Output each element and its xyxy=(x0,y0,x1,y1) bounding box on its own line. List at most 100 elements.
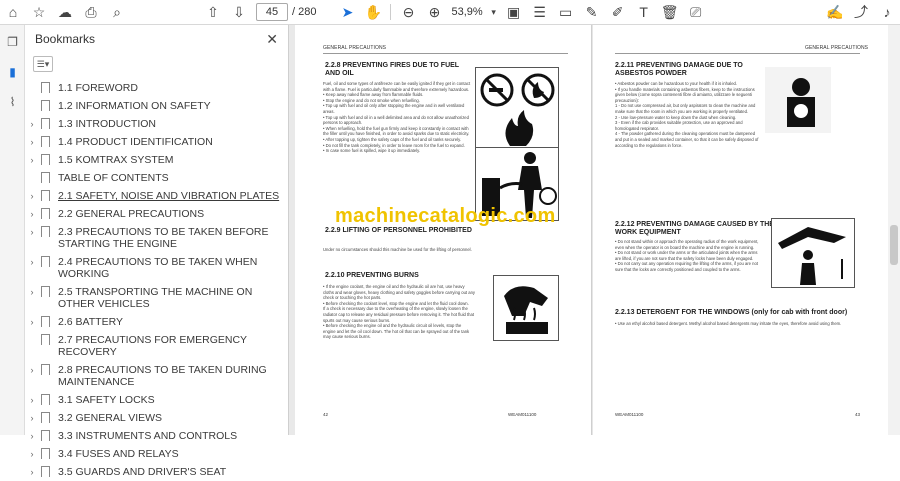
prev-page-icon[interactable]: ⇧ xyxy=(200,0,226,25)
bookmark-flag-icon xyxy=(41,226,50,240)
search-icon[interactable]: ⌕ xyxy=(104,0,130,25)
stamp-icon[interactable]: ⎚ xyxy=(683,0,709,25)
bookmark-label: 3.4 FUSES AND RELAYS xyxy=(58,448,179,460)
chevron-right-icon[interactable]: › xyxy=(25,226,39,238)
scroll-mode-icon[interactable]: ☰ xyxy=(527,0,553,25)
bookmark-item[interactable]: 2.7 PRECAUTIONS FOR EMERGENCY RECOVERY xyxy=(25,331,288,361)
section-title: 2.2.9 LIFTING OF PERSONNEL PROHIBITED xyxy=(325,227,472,234)
burns-hazard-illustration xyxy=(493,275,559,341)
bookmark-item[interactable]: › 2.1 SAFETY, NOISE AND VIBRATION PLATES xyxy=(25,187,288,205)
upload-icon[interactable]: ☁ xyxy=(52,0,78,25)
page-left: GENERAL PRECAUTIONS 2.2.8 PREVENTING FIR… xyxy=(295,25,592,435)
zoom-out-icon[interactable]: ⊖ xyxy=(395,0,421,25)
chevron-right-icon[interactable]: › xyxy=(25,364,39,376)
document-viewer[interactable]: GENERAL PRECAUTIONS 2.2.8 PREVENTING FIR… xyxy=(295,25,900,435)
bookmark-label: 2.2 GENERAL PRECAUTIONS xyxy=(58,208,205,220)
page-total: / 280 xyxy=(292,6,317,18)
bookmark-star-icon[interactable]: ☆ xyxy=(26,0,52,25)
attachments-icon[interactable]: ⌇ xyxy=(0,89,25,115)
zoom-in-icon[interactable]: ⊕ xyxy=(421,0,447,25)
respirator-mask-illustration xyxy=(765,67,831,133)
bookmark-label: 2.1 SAFETY, NOISE AND VIBRATION PLATES xyxy=(58,190,280,202)
chevron-right-icon[interactable]: › xyxy=(25,316,39,328)
bookmark-item[interactable]: › 3.5 GUARDS AND DRIVER'S SEAT xyxy=(25,463,288,481)
document-code: WEAM011100 xyxy=(508,412,537,417)
vertical-scrollbar[interactable] xyxy=(888,25,900,435)
close-icon[interactable]: ✕ xyxy=(266,31,278,48)
share-icon[interactable]: ⤴ xyxy=(848,0,874,25)
page-thumbnails-icon[interactable]: ❐ xyxy=(0,29,25,55)
chevron-right-icon[interactable]: › xyxy=(25,118,39,130)
watermark-text: machinecatalogic.com xyxy=(335,205,556,227)
bookmark-flag-icon xyxy=(41,430,50,444)
bookmark-item[interactable]: 1.1 FOREWORD xyxy=(25,79,288,97)
bookmark-flag-icon xyxy=(41,334,50,348)
chevron-right-icon[interactable]: › xyxy=(25,154,39,166)
fit-page-icon[interactable]: ▣ xyxy=(501,0,527,25)
bookmark-flag-icon xyxy=(41,364,50,378)
chevron-right-icon[interactable]: › xyxy=(25,394,39,406)
edit-sign-icon[interactable]: ✍ xyxy=(822,0,848,25)
bookmark-item[interactable]: TABLE OF CONTENTS xyxy=(25,169,288,187)
bookmark-flag-icon xyxy=(41,190,50,204)
hand-tool-icon[interactable]: ✋ xyxy=(360,0,386,25)
bookmark-flag-icon xyxy=(41,466,50,480)
chevron-right-icon[interactable]: › xyxy=(25,448,39,460)
bookmark-item[interactable]: › 2.3 PRECAUTIONS TO BE TAKEN BEFORE STAR… xyxy=(25,223,288,253)
bookmark-item[interactable]: › 2.6 BATTERY xyxy=(25,313,288,331)
bookmark-item[interactable]: › 2.5 TRANSPORTING THE MACHINE ON OTHER V… xyxy=(25,283,288,313)
bookmark-label: 1.2 INFORMATION ON SAFETY xyxy=(58,100,211,112)
document-code: WEAM011100 xyxy=(615,412,644,417)
bookmark-item[interactable]: › 2.8 PRECAUTIONS TO BE TAKEN DURING MAIN… xyxy=(25,361,288,391)
highlight-icon[interactable]: ✎ xyxy=(579,0,605,25)
bookmark-label: 2.7 PRECAUTIONS FOR EMERGENCY RECOVERY xyxy=(58,334,247,358)
bookmark-list: 1.1 FOREWORD 1.2 INFORMATION ON SAFETY › 1.… xyxy=(25,75,288,481)
bookmark-item[interactable]: › 1.5 KOMTRAX SYSTEM xyxy=(25,151,288,169)
chevron-right-icon[interactable]: › xyxy=(25,286,39,298)
chevron-right-icon[interactable]: › xyxy=(25,430,39,442)
chevron-down-icon[interactable]: ▾ xyxy=(487,0,501,25)
bookmark-item[interactable]: › 1.4 PRODUCT IDENTIFICATION xyxy=(25,133,288,151)
home-icon[interactable]: ⌂ xyxy=(0,0,26,25)
section-title: 2.2.13 DETERGENT FOR THE WINDOWS (only f… xyxy=(615,309,848,316)
text-tool-icon[interactable]: T xyxy=(631,0,657,25)
work-equipment-hazard-illustration xyxy=(771,218,855,288)
bookmark-item[interactable]: › 3.2 GENERAL VIEWS xyxy=(25,409,288,427)
delete-icon[interactable]: 🗑 xyxy=(657,0,683,25)
page-right: GENERAL PRECAUTIONS 2.2.11 PREVENTING DA… xyxy=(593,25,888,435)
bookmark-item[interactable]: › 1.3 INTRODUCTION xyxy=(25,115,288,133)
page-number-input[interactable]: 45 xyxy=(256,3,288,21)
bookmark-item[interactable]: 1.2 INFORMATION ON SAFETY xyxy=(25,97,288,115)
chevron-right-icon[interactable]: › xyxy=(25,208,39,220)
chevron-right-icon[interactable]: › xyxy=(25,136,39,148)
section-title: 2.2.11 PREVENTING DAMAGE DUE TO ASBESTOS… xyxy=(615,62,743,77)
zoom-level[interactable]: 53,9% xyxy=(447,6,486,18)
chevron-right-icon[interactable]: › xyxy=(25,190,39,202)
chevron-right-icon[interactable]: › xyxy=(25,466,39,478)
bookmark-label: 3.3 INSTRUMENTS AND CONTROLS xyxy=(58,430,238,442)
bookmark-item[interactable]: › 3.1 SAFETY LOCKS xyxy=(25,391,288,409)
select-cursor-icon[interactable]: ➤ xyxy=(334,0,360,25)
bookmark-flag-icon xyxy=(41,412,50,426)
bookmark-label: 2.6 BATTERY xyxy=(58,316,123,328)
bookmark-flag-icon xyxy=(41,448,50,462)
bookmark-label: 3.1 SAFETY LOCKS xyxy=(58,394,155,406)
bookmark-flag-icon xyxy=(41,118,50,132)
bookmarks-panel-icon[interactable]: ▮ xyxy=(0,59,25,85)
print-icon[interactable]: ⎙ xyxy=(78,0,104,25)
toolbar: ⌂ ☆ ☁ ⎙ ⌕ ⇧ ⇩ 45 / 280 ➤ ✋ ⊖ ⊕ 53,9% ▾ ▣… xyxy=(0,0,900,25)
bookmark-item[interactable]: › 2.4 PRECAUTIONS TO BE TAKEN WHEN WORKIN… xyxy=(25,253,288,283)
bookmark-options-button[interactable]: ☰▾ xyxy=(33,56,53,72)
bookmark-item[interactable]: › 3.3 INSTRUMENTS AND CONTROLS xyxy=(25,427,288,445)
comment-icon[interactable]: ▭ xyxy=(553,0,579,25)
scrollbar-thumb[interactable] xyxy=(890,225,898,265)
bookmark-label: TABLE OF CONTENTS xyxy=(58,172,169,184)
section-title: 2.2.10 PREVENTING BURNS xyxy=(325,272,419,279)
draw-icon[interactable]: ✐ xyxy=(605,0,631,25)
notification-icon[interactable]: ♪ xyxy=(874,0,900,25)
chevron-right-icon[interactable]: › xyxy=(25,412,39,424)
chevron-right-icon[interactable]: › xyxy=(25,256,39,268)
bookmark-item[interactable]: › 2.2 GENERAL PRECAUTIONS xyxy=(25,205,288,223)
bookmark-item[interactable]: › 3.4 FUSES AND RELAYS xyxy=(25,445,288,463)
next-page-icon[interactable]: ⇩ xyxy=(226,0,252,25)
